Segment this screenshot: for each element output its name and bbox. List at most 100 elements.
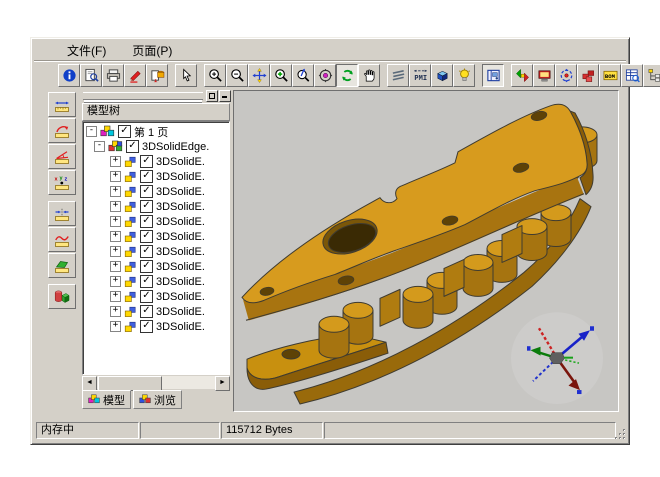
light-button[interactable] [453,64,475,87]
float-icon [209,93,215,99]
visibility-checkbox[interactable]: ✓ [126,140,139,153]
visibility-checkbox[interactable]: ✓ [140,230,153,243]
bom-button[interactable]: BOM [599,64,621,87]
scroll-track[interactable] [97,376,215,389]
visibility-checkbox[interactable]: ✓ [140,245,153,258]
tree-row-part[interactable]: +✓3DSolidE. [83,184,229,199]
multi-instance-button[interactable] [577,64,599,87]
visibility-checkbox[interactable]: ✓ [140,170,153,183]
section-button[interactable] [387,64,409,87]
expand-box[interactable]: + [110,276,121,287]
visibility-checkbox[interactable]: ✓ [140,320,153,333]
export-button[interactable] [146,64,168,87]
expand-box[interactable]: + [110,156,121,167]
render-mode-button[interactable] [431,64,453,87]
expand-box[interactable]: + [110,246,121,257]
expand-box[interactable]: + [110,261,121,272]
attribute-table-button[interactable] [621,64,643,87]
part-node-icon [124,171,137,183]
expand-box[interactable]: + [110,186,121,197]
tree-row-assembly[interactable]: - ✓ 3DSolidEdge. [83,139,229,154]
tree-row-part[interactable]: +✓3DSolidE. [83,304,229,319]
print-button[interactable] [102,64,124,87]
markup-button[interactable] [124,64,146,87]
model-tree-toggle-button[interactable] [482,64,504,87]
measure-volume-button[interactable] [48,284,76,309]
tree-row-part[interactable]: +✓3DSolidE. [83,274,229,289]
collapse-box[interactable]: - [94,141,105,152]
structure-tree-button[interactable] [643,64,660,87]
tree-row-part[interactable]: +✓3DSolidE. [83,199,229,214]
expand-box[interactable]: + [110,201,121,212]
panel-float-button[interactable] [206,90,218,102]
pmi-button[interactable]: PMI [409,64,431,87]
measure-curve-length-button[interactable] [48,227,76,252]
scroll-right-button[interactable]: ► [215,376,230,391]
tree-row-part[interactable]: +✓3DSolidE. [83,214,229,229]
viewport-3d[interactable] [233,90,619,412]
panel-drag-grip[interactable] [83,92,203,100]
collapse-box[interactable]: - [86,126,97,137]
scroll-left-button[interactable]: ◄ [82,376,97,391]
measure-radius-button[interactable] [48,118,76,143]
tree-row-part[interactable]: +✓3DSolidE. [83,169,229,184]
visibility-checkbox[interactable]: ✓ [140,185,153,198]
tree-row-part[interactable]: +✓3DSolidE. [83,319,229,334]
tree-row-part[interactable]: +✓3DSolidE. [83,259,229,274]
animation-button[interactable] [533,64,555,87]
expand-box[interactable]: + [110,231,121,242]
rotate-view-button[interactable] [336,64,358,87]
tree-row-part[interactable]: +✓3DSolidE. [83,289,229,304]
zoom-window-button[interactable] [270,64,292,87]
tree-horizontal-scrollbar[interactable]: ◄ ► [82,376,230,389]
visibility-checkbox[interactable]: ✓ [140,290,153,303]
scroll-thumb[interactable] [98,376,162,391]
zoom-out-button[interactable] [226,64,248,87]
pan-hand-button[interactable] [358,64,380,87]
tab-browse[interactable]: 浏览 [133,390,182,409]
visibility-checkbox[interactable]: ✓ [140,200,153,213]
expand-box[interactable]: + [110,216,121,227]
zoom-in-button[interactable] [204,64,226,87]
explode-button[interactable] [511,64,533,87]
resize-grip[interactable] [614,428,627,441]
visibility-checkbox[interactable]: ✓ [140,260,153,273]
measure-distance-button[interactable] [48,201,76,226]
expand-box[interactable]: + [110,306,121,317]
expand-box[interactable]: + [110,171,121,182]
visibility-checkbox[interactable]: ✓ [140,275,153,288]
tree-row-page[interactable]: - ✓ 第 1 页 [83,124,229,139]
pan-button[interactable] [248,64,270,87]
tab-model[interactable]: 模型 [82,390,131,409]
visibility-checkbox[interactable]: ✓ [140,155,153,168]
measure-length-button[interactable] [48,92,76,117]
zoom-window-icon [274,68,289,83]
tree-row-part[interactable]: +✓3DSolidE. [83,154,229,169]
panel-hide-button[interactable] [219,90,231,102]
orientation-gizmo[interactable] [511,312,603,404]
rotate-view-icon [340,68,355,83]
measure-angle-button[interactable] [48,144,76,169]
visibility-checkbox[interactable]: ✓ [140,305,153,318]
tree-row-part[interactable]: +✓3DSolidE. [83,229,229,244]
spin-view-button[interactable] [555,64,577,87]
zoom-dynamic-button[interactable] [292,64,314,87]
info-button[interactable] [58,64,80,87]
visibility-checkbox[interactable]: ✓ [118,125,131,138]
expand-box[interactable]: + [110,291,121,302]
expand-box[interactable]: + [110,321,121,332]
svg-text:z: z [65,176,68,182]
menu-page[interactable]: 页面(P) [129,41,175,60]
panel-titlebar[interactable] [81,90,231,102]
visibility-checkbox[interactable]: ✓ [140,215,153,228]
viewport-canvas[interactable] [234,91,618,411]
measure-coordinate-button[interactable]: xyz [48,170,76,195]
print-preview-button[interactable] [80,64,102,87]
select-button[interactable] [175,64,197,87]
menu-file[interactable]: 文件(F) [64,41,109,60]
zoom-dynamic-icon [296,68,311,83]
panel-title: 模型树 [82,103,230,121]
measure-area-button[interactable] [48,253,76,278]
tree-row-part[interactable]: +✓3DSolidE. [83,244,229,259]
rotate-center-button[interactable] [314,64,336,87]
